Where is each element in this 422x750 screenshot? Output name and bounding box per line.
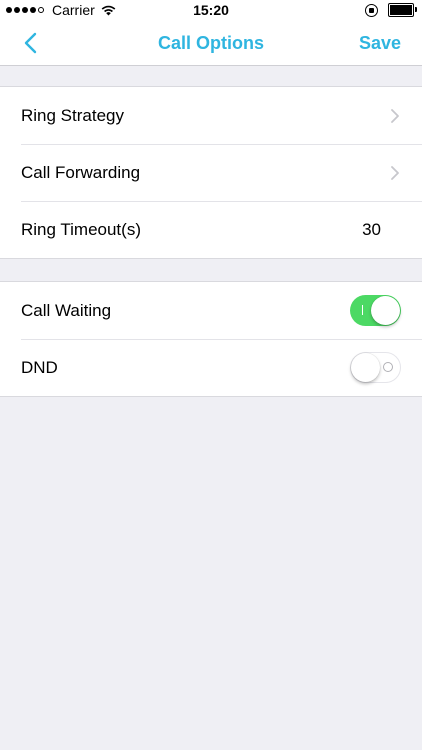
- ring-strategy-label: Ring Strategy: [21, 105, 124, 125]
- ring-timeout-label: Ring Timeout(s): [21, 219, 141, 239]
- save-button[interactable]: Save: [359, 33, 401, 54]
- battery-icon: [388, 3, 417, 17]
- chevron-right-icon: [391, 165, 399, 180]
- status-bar: Carrier 15:20: [0, 0, 422, 20]
- toggle-knob: [371, 296, 400, 325]
- call-forwarding-row[interactable]: Call Forwarding: [0, 144, 422, 201]
- toggle-off-indicator: [383, 362, 393, 372]
- status-time: 15:20: [193, 2, 229, 18]
- toggle-knob: [351, 353, 380, 382]
- settings-group-call-features: Call Waiting DND: [0, 281, 422, 397]
- call-waiting-label: Call Waiting: [21, 300, 112, 320]
- call-waiting-row: Call Waiting: [0, 282, 422, 339]
- toggle-on-indicator: [362, 305, 363, 315]
- chevron-right-icon: [391, 108, 399, 123]
- navigation-bar: Call Options Save: [0, 20, 422, 66]
- settings-group-call-routing: Ring Strategy Call Forwarding Ring Timeo…: [0, 86, 422, 259]
- call-forwarding-label: Call Forwarding: [21, 162, 141, 182]
- dnd-toggle[interactable]: [350, 352, 401, 383]
- ring-timeout-value[interactable]: 30: [362, 220, 381, 240]
- status-right: [365, 3, 417, 17]
- ring-timeout-row[interactable]: Ring Timeout(s) 30: [0, 201, 422, 258]
- dnd-label: DND: [21, 357, 58, 377]
- call-waiting-toggle[interactable]: [350, 295, 401, 326]
- dnd-row: DND: [0, 339, 422, 396]
- rotation-lock-icon: [365, 3, 378, 17]
- ring-strategy-row[interactable]: Ring Strategy: [0, 87, 422, 144]
